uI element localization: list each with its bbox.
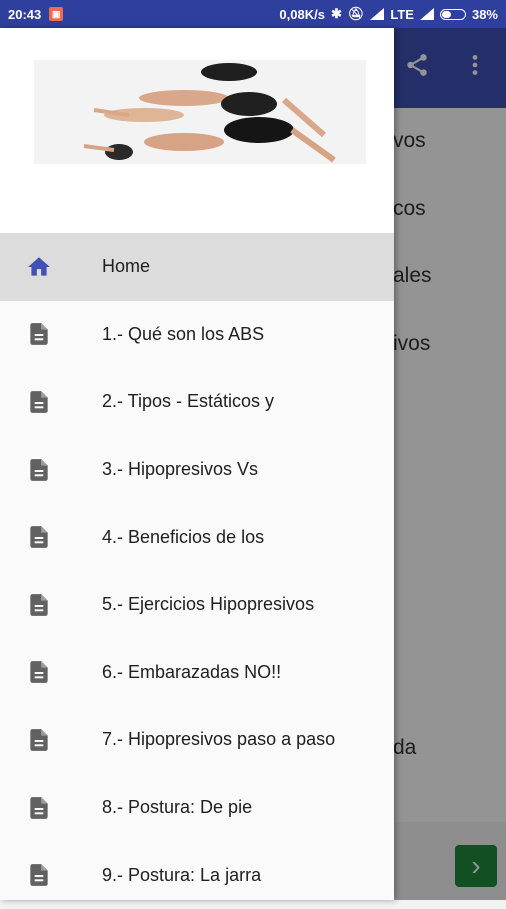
signal-icon (370, 8, 385, 20)
drawer-item-label: 8.- Postura: De pie (102, 797, 253, 818)
document-icon (30, 864, 48, 886)
drawer-item-label: 9.- Postura: La jarra (102, 864, 262, 885)
silent-icon: 🔕︎ (347, 6, 365, 21)
drawer-item-label: 3.- Hipopresivos Vs (102, 459, 259, 480)
drawer-item-postura-de-pie[interactable]: 8.- Postura: De pie (0, 774, 394, 842)
drawer-item-label: 7.- Hipopresivos paso a paso (102, 729, 336, 750)
drawer-item-ejercicios-hipopresivos[interactable]: 5.- Ejercicios Hipopresivos (0, 571, 394, 639)
drawer-item-label: 6.- Embarazadas NO!! (102, 661, 282, 682)
signal-icon-2 (419, 8, 434, 20)
home-icon (28, 257, 50, 276)
drawer-item-hipopresivos-vs[interactable]: 3.- Hipopresivos Vs (0, 436, 394, 504)
drawer-item-tipos[interactable]: 2.- Tipos - Estáticos y (0, 368, 394, 436)
status-bar: 20:43 ▣ 0,08K/s ✱ 🔕︎ LTE 38% (0, 0, 506, 28)
drawer-header (0, 28, 394, 233)
document-icon (30, 593, 48, 616)
document-icon (30, 526, 48, 549)
drawer-menu: Home 1.- Qué son los ABS 2.- Tipos - Est… (0, 233, 394, 909)
header-image (34, 60, 366, 164)
document-icon (30, 458, 48, 481)
drawer-item-label: 2.- Tipos - Estáticos y (102, 391, 275, 412)
document-icon (30, 661, 48, 684)
drawer-item-label: 4.- Beneficios de los (102, 526, 265, 547)
battery-icon (439, 8, 466, 20)
battery-percent: 38% (471, 6, 498, 22)
drawer-item-postura-la-jarra[interactable]: 9.- Postura: La jarra (0, 841, 394, 909)
drawer-item-embarazadas[interactable]: 6.- Embarazadas NO!! (0, 639, 394, 707)
network-type: LTE (390, 6, 414, 22)
document-icon (30, 323, 48, 346)
drawer-item-label: 5.- Ejercicios Hipopresivos (102, 594, 315, 615)
status-indicators: 0,08K/s ✱ 🔕︎ LTE 38% (279, 6, 498, 22)
bluetooth-icon: ✱ (330, 6, 342, 21)
navigation-drawer: Home 1.- Qué son los ABS 2.- Tipos - Est… (0, 28, 394, 900)
drawer-item-label: Home (102, 256, 151, 277)
drawer-item-que-son-los-abs[interactable]: 1.- Qué son los ABS (0, 301, 394, 369)
drawer-item-home[interactable]: Home (0, 233, 394, 301)
drawer-item-beneficios[interactable]: 4.- Beneficios de los (0, 503, 394, 571)
notification-icon: ▣ (49, 7, 64, 21)
document-icon (30, 391, 48, 413)
network-speed: 0,08K/s (279, 6, 325, 22)
drawer-item-label: 1.- Qué son los ABS (102, 323, 265, 344)
document-icon (30, 729, 48, 751)
document-icon (30, 796, 48, 819)
status-time: 20:43 (8, 6, 42, 22)
drawer-item-paso-a-paso[interactable]: 7.- Hipopresivos paso a paso (0, 706, 394, 774)
